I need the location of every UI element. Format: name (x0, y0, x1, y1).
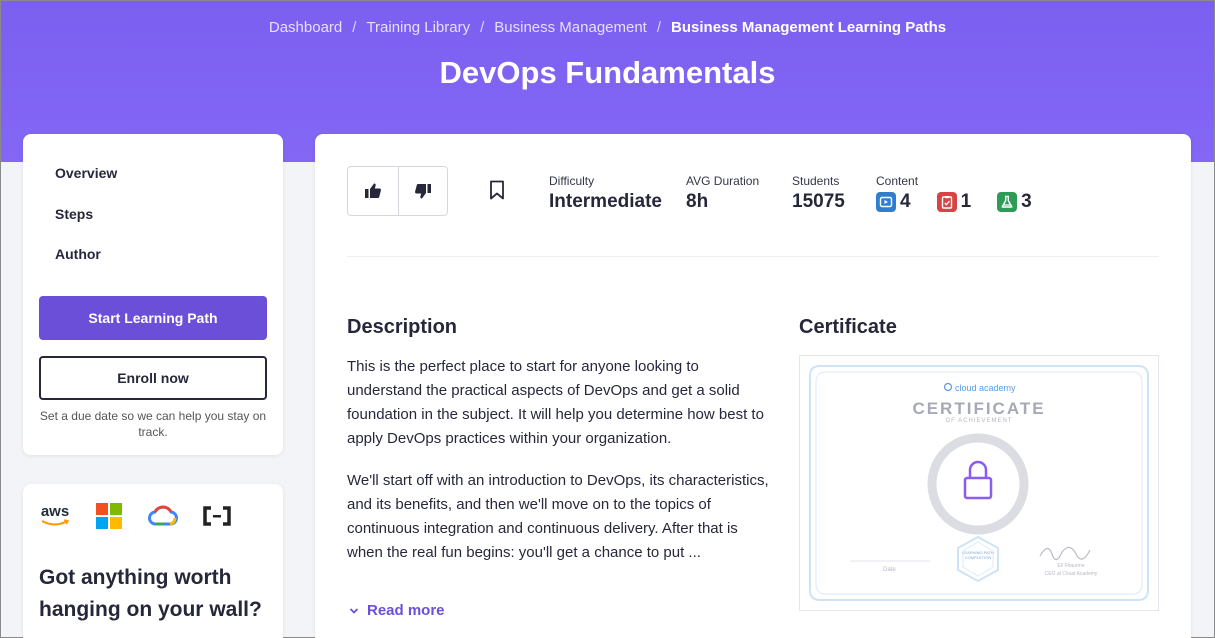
thumbs-down-icon (414, 184, 431, 199)
description-paragraph-1: This is the perfect place to start for a… (347, 358, 764, 447)
certificate-promo-title: Got anything worth hanging on your wall? (39, 566, 262, 621)
nav-item-overview[interactable]: Overview (55, 165, 117, 181)
nav-item-steps[interactable]: Steps (55, 206, 93, 222)
quiz-count: 1 (960, 191, 972, 212)
partner-card: aws Got anything worth hanging on your w… (23, 484, 283, 638)
breadcrumb-separator: / (352, 19, 357, 36)
start-learning-path-button[interactable]: Start Learning Path (39, 296, 267, 340)
content-counts: 4 1 3 (876, 191, 1054, 213)
certificate-date-label: Date (883, 567, 896, 573)
thumbs-up-button[interactable] (348, 167, 398, 215)
certificate-heading: CERTIFICATE (912, 399, 1046, 418)
certificate-signer-title: CEO at Cloud Academy (1044, 571, 1098, 577)
duration-stat: AVG Duration 8h (686, 174, 759, 213)
thumbs-down-button[interactable] (397, 167, 448, 215)
enroll-now-button[interactable]: Enroll now (39, 356, 267, 400)
quiz-icon (936, 192, 957, 212)
chevron-down-icon (349, 607, 359, 614)
breadcrumb-separator: / (656, 19, 662, 36)
read-more-link[interactable]: Read more (349, 602, 445, 619)
main-content-card: Difficulty Intermediate AVG Duration 8h … (315, 134, 1191, 638)
aws-smile-icon (41, 519, 70, 526)
stats-divider (347, 256, 1159, 257)
google-cloud-logo (147, 502, 179, 530)
microsoft-logo (93, 502, 125, 530)
vote-box (347, 166, 448, 216)
content-stat: Content 4 1 3 (876, 174, 1054, 213)
breadcrumb-separator: / (480, 19, 485, 36)
certificate-subheading: OF ACHIEVEMENT (945, 418, 1013, 424)
bookmark-icon[interactable] (489, 180, 505, 200)
nav-item-author[interactable]: Author (55, 246, 101, 262)
description-title: Description (347, 316, 458, 338)
page-title: DevOps Fundamentals (439, 55, 776, 90)
difficulty-stat: Difficulty Intermediate (549, 174, 662, 213)
students-label: Students (792, 174, 840, 188)
students-stat: Students 15075 (792, 174, 845, 213)
duration-label: AVG Duration (686, 174, 760, 188)
read-more-label: Read more (367, 602, 445, 619)
certificate-title: Certificate (799, 316, 897, 338)
difficulty-value: Intermediate (549, 191, 662, 212)
video-icon (876, 192, 896, 212)
content-item-quizzes: 1 (936, 191, 972, 213)
alibaba-cloud-logo (201, 502, 233, 530)
content-item-labs: 3 (997, 191, 1032, 213)
due-date-note: Set a due date so we can help you stay o… (39, 409, 267, 439)
partner-logos: aws (39, 502, 233, 530)
video-count: 4 (900, 191, 911, 212)
certificate-signer: Eli Fhaurme (1057, 563, 1085, 569)
breadcrumb-item-business-management[interactable]: Business Management (494, 19, 647, 36)
students-value: 15075 (792, 191, 845, 212)
aws-logo: aws (39, 502, 71, 530)
description-paragraph-2: We'll start off with an introduction to … (347, 472, 769, 561)
certificate-badge-text: LEARNING PATH COMPLETION (962, 550, 994, 560)
certificate-brand: cloud academy (955, 383, 1016, 393)
breadcrumb-item-dashboard[interactable]: Dashboard (269, 19, 342, 36)
breadcrumb-item-training-library[interactable]: Training Library (366, 19, 470, 36)
thumbs-up-icon (364, 183, 381, 198)
breadcrumb: Dashboard / Training Library / Business Mana… (1, 19, 1214, 36)
content-label: Content (876, 174, 919, 188)
certificate-preview[interactable]: cloud academy CERTIFICATE OF ACHIEVEMENT… (799, 355, 1159, 611)
aws-logo-text: aws (40, 503, 70, 520)
breadcrumb-current[interactable]: Business Management Learning Paths (671, 19, 946, 36)
nav-card: Overview Steps Author Start Learning Pat… (23, 134, 283, 455)
duration-value: 8h (686, 191, 709, 212)
content-item-videos: 4 (876, 191, 911, 213)
lab-count: 3 (1021, 191, 1032, 212)
difficulty-label: Difficulty (549, 174, 595, 188)
lab-icon (997, 192, 1018, 212)
